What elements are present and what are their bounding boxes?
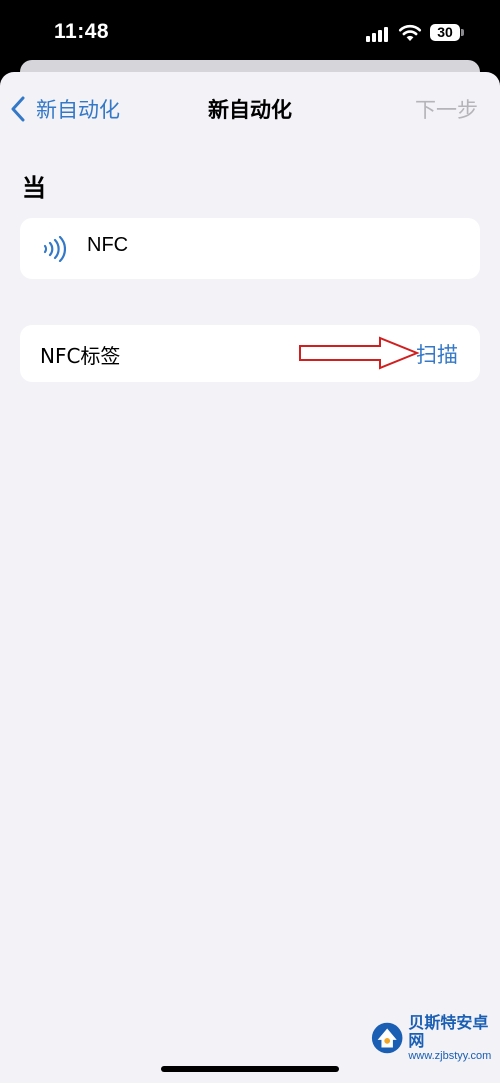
- next-button[interactable]: 下一步: [415, 94, 478, 124]
- home-indicator[interactable]: [161, 1066, 339, 1072]
- navigation-bar: 新自动化 新自动化 下一步: [0, 72, 500, 148]
- back-button[interactable]: 新自动化: [10, 92, 120, 126]
- nfc-tag-row: NFC标签 扫描: [20, 325, 480, 382]
- status-bar: 11:48 30: [0, 0, 500, 60]
- nfc-icon: [43, 236, 66, 262]
- chevron-left-icon: [11, 96, 25, 122]
- watermark-logo-icon: [371, 1022, 403, 1054]
- scan-button[interactable]: 扫描: [416, 339, 458, 369]
- back-button-label: 新自动化: [36, 98, 120, 122]
- page-title: 新自动化: [208, 98, 292, 122]
- section-header: 当: [22, 174, 46, 202]
- watermark-text: 贝斯特安卓网 www.zjbstyy.com: [408, 1013, 500, 1062]
- watermark-name: 贝斯特安卓网: [408, 1013, 489, 1050]
- watermark-url: www.zjbstyy.com: [408, 1049, 492, 1062]
- trigger-label: NFC: [87, 234, 129, 256]
- nfc-trigger-row[interactable]: NFC: [20, 218, 480, 279]
- wifi-icon: [398, 24, 422, 41]
- nfc-tag-label: NFC标签: [40, 344, 121, 368]
- automation-sheet: 新自动化 新自动化 下一步 当 NFC NFC标签 扫描: [0, 72, 500, 1083]
- signal-icon: [366, 27, 388, 42]
- battery-icon: 30: [430, 24, 460, 41]
- status-time: 11:48: [54, 20, 110, 43]
- red-arrow-icon: [299, 336, 420, 370]
- battery-nub: [461, 29, 464, 36]
- watermark: 贝斯特安卓网 www.zjbstyy.com: [370, 1012, 500, 1064]
